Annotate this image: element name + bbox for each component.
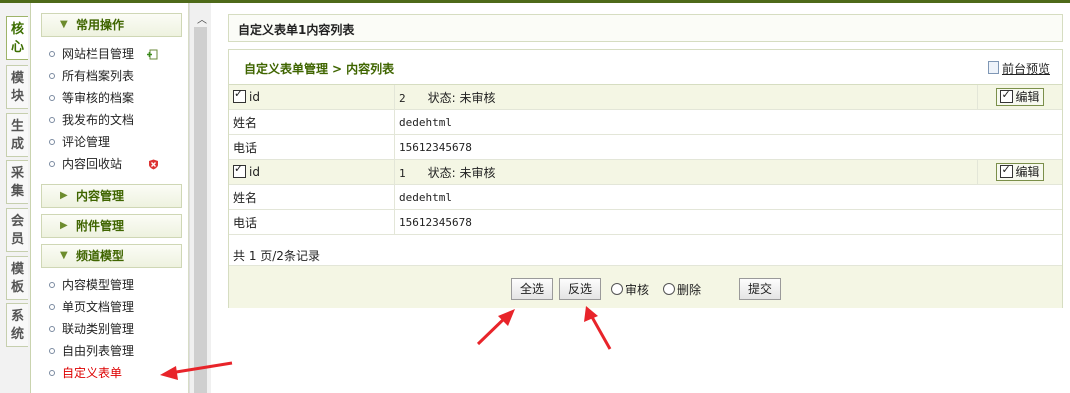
breadcrumb-separator: > <box>332 62 343 76</box>
scrollbar[interactable]: ︿ <box>189 3 211 393</box>
chevron-right-icon: ▶ <box>60 220 68 231</box>
chevron-down-icon: ▼ <box>60 19 68 30</box>
breadcrumb-bar: 自定义表单管理 > 内容列表 前台预览 <box>229 50 1062 85</box>
chevron-down-icon: ▼ <box>60 250 68 261</box>
action-bar: 全选 反选 审核 删除 提交 <box>229 265 1062 308</box>
record-checkbox[interactable] <box>233 87 246 103</box>
field-label: 姓名 <box>229 109 395 135</box>
radio-icon <box>663 283 675 295</box>
sidebar-item-content-model[interactable]: 内容模型管理 <box>49 276 134 294</box>
approve-radio[interactable]: 审核 <box>611 281 649 298</box>
edit-cell: 编辑 <box>977 159 1062 185</box>
bullet-icon <box>49 116 55 123</box>
table-row: 姓名 dedehtml <box>229 184 1062 210</box>
checkmark-icon <box>1000 162 1014 178</box>
record-header-row: id 1状态: 未审核 编辑 <box>229 159 1062 185</box>
sidebar-item-comments[interactable]: 评论管理 <box>49 133 110 151</box>
sidebar-menu: ▼ 常用操作 网站栏目管理 所有档案列表 等审核的档案 我发布的文档 评论管理 … <box>31 3 189 393</box>
bullet-icon <box>49 72 55 79</box>
sidebar-item-single-page[interactable]: 单页文档管理 <box>49 298 134 316</box>
bullet-icon <box>49 347 55 354</box>
edit-button[interactable]: 编辑 <box>996 87 1044 106</box>
table-row: 电话 15612345678 <box>229 134 1062 160</box>
edit-button[interactable]: 编辑 <box>996 162 1044 181</box>
sidebar-item-pending-archives[interactable]: 等审核的档案 <box>49 89 134 107</box>
page-title: 自定义表单1内容列表 <box>238 23 355 37</box>
arrow-to-select-all <box>476 309 515 346</box>
record-id-status: 1 状态: 未审核 <box>394 159 978 185</box>
field-label: 电话 <box>229 209 395 235</box>
preview-link[interactable]: 前台预览 <box>987 60 1050 77</box>
bullet-icon <box>49 50 55 57</box>
record-id-cell: id <box>229 159 395 185</box>
records-table: id 2状态: 未审核 编辑 姓名 dedehtml 电话 1561234567… <box>229 85 1062 235</box>
page-title-bar: 自定义表单1内容列表 <box>228 14 1063 42</box>
document-icon <box>987 61 999 74</box>
pager-text: 共 1 页/2条记录 <box>233 249 320 263</box>
chevron-right-icon: ▶ <box>60 190 68 201</box>
tab-system[interactable]: 系统 <box>6 303 28 347</box>
bullet-icon <box>49 369 55 376</box>
field-value: 15612345678 <box>394 134 1062 160</box>
field-value: dedehtml <box>394 184 1062 210</box>
submit-button[interactable]: 提交 <box>739 278 782 300</box>
table-row: 姓名 dedehtml <box>229 109 1062 135</box>
bullet-icon <box>49 325 55 332</box>
delete-shield-icon[interactable] <box>148 159 159 170</box>
bullet-icon <box>49 160 55 167</box>
sidebar-item-linkage-types[interactable]: 联动类别管理 <box>49 320 134 338</box>
breadcrumb-content-list[interactable]: 内容列表 <box>346 62 394 76</box>
delete-radio[interactable]: 删除 <box>663 281 701 298</box>
breadcrumb: 自定义表单管理 > 内容列表 <box>244 60 394 77</box>
invert-selection-button[interactable]: 反选 <box>559 278 602 300</box>
menu-group-content[interactable]: ▶ 内容管理 <box>41 184 182 208</box>
tab-module[interactable]: 模块 <box>6 65 28 109</box>
tab-collect[interactable]: 采集 <box>6 160 28 204</box>
field-label: 电话 <box>229 134 395 160</box>
tab-generate[interactable]: 生成 <box>6 113 28 157</box>
vertical-tab-bar: 核心 模块 生成 采集 会员 模板 系统 <box>0 3 31 393</box>
table-row: 电话 15612345678 <box>229 209 1062 235</box>
checkmark-icon <box>1000 87 1014 103</box>
record-checkbox[interactable] <box>233 162 246 178</box>
record-id-cell: id <box>229 85 395 110</box>
menu-group-channel-model[interactable]: ▼ 频道模型 <box>41 244 182 268</box>
field-value: dedehtml <box>394 109 1062 135</box>
bullet-icon <box>49 94 55 101</box>
select-all-button[interactable]: 全选 <box>511 278 554 300</box>
record-id-status: 2 状态: 未审核 <box>394 85 978 110</box>
menu-group-attachments[interactable]: ▶ 附件管理 <box>41 214 182 238</box>
add-icon[interactable] <box>147 49 158 60</box>
sidebar-item-all-archives[interactable]: 所有档案列表 <box>49 67 134 85</box>
sidebar-item-my-documents[interactable]: 我发布的文档 <box>49 111 134 129</box>
status-text: 状态: 未审核 <box>427 90 496 105</box>
scroll-up-icon[interactable]: ︿ <box>197 11 207 26</box>
bullet-icon <box>49 303 55 310</box>
scrollbar-thumb[interactable] <box>194 27 207 393</box>
content-panel: 自定义表单管理 >内容列表 前台预览 id 2状态: 未审核 编辑 姓名 dede… <box>228 49 1063 308</box>
tab-template[interactable]: 模板 <box>6 256 28 300</box>
bullet-icon <box>49 138 55 145</box>
breadcrumb-form-manage[interactable]: 自定义表单管理 <box>244 62 328 76</box>
edit-cell: 编辑 <box>977 85 1062 110</box>
field-label: 姓名 <box>229 184 395 210</box>
sidebar-item-custom-form[interactable]: 自定义表单 <box>49 364 122 382</box>
menu-group-common[interactable]: ▼ 常用操作 <box>41 13 182 37</box>
field-value: 15612345678 <box>394 209 1062 235</box>
status-text: 状态: 未审核 <box>427 165 496 180</box>
arrow-to-invert-selection <box>584 306 612 350</box>
tab-member[interactable]: 会员 <box>6 208 28 252</box>
sidebar-item-site-columns[interactable]: 网站栏目管理 <box>49 45 134 63</box>
record-header-row: id 2状态: 未审核 编辑 <box>229 85 1062 110</box>
radio-icon <box>611 283 623 295</box>
sidebar-item-free-list[interactable]: 自由列表管理 <box>49 342 134 360</box>
sidebar-item-recycle-bin[interactable]: 内容回收站 <box>49 155 122 173</box>
tab-core[interactable]: 核心 <box>6 16 28 60</box>
bullet-icon <box>49 281 55 288</box>
